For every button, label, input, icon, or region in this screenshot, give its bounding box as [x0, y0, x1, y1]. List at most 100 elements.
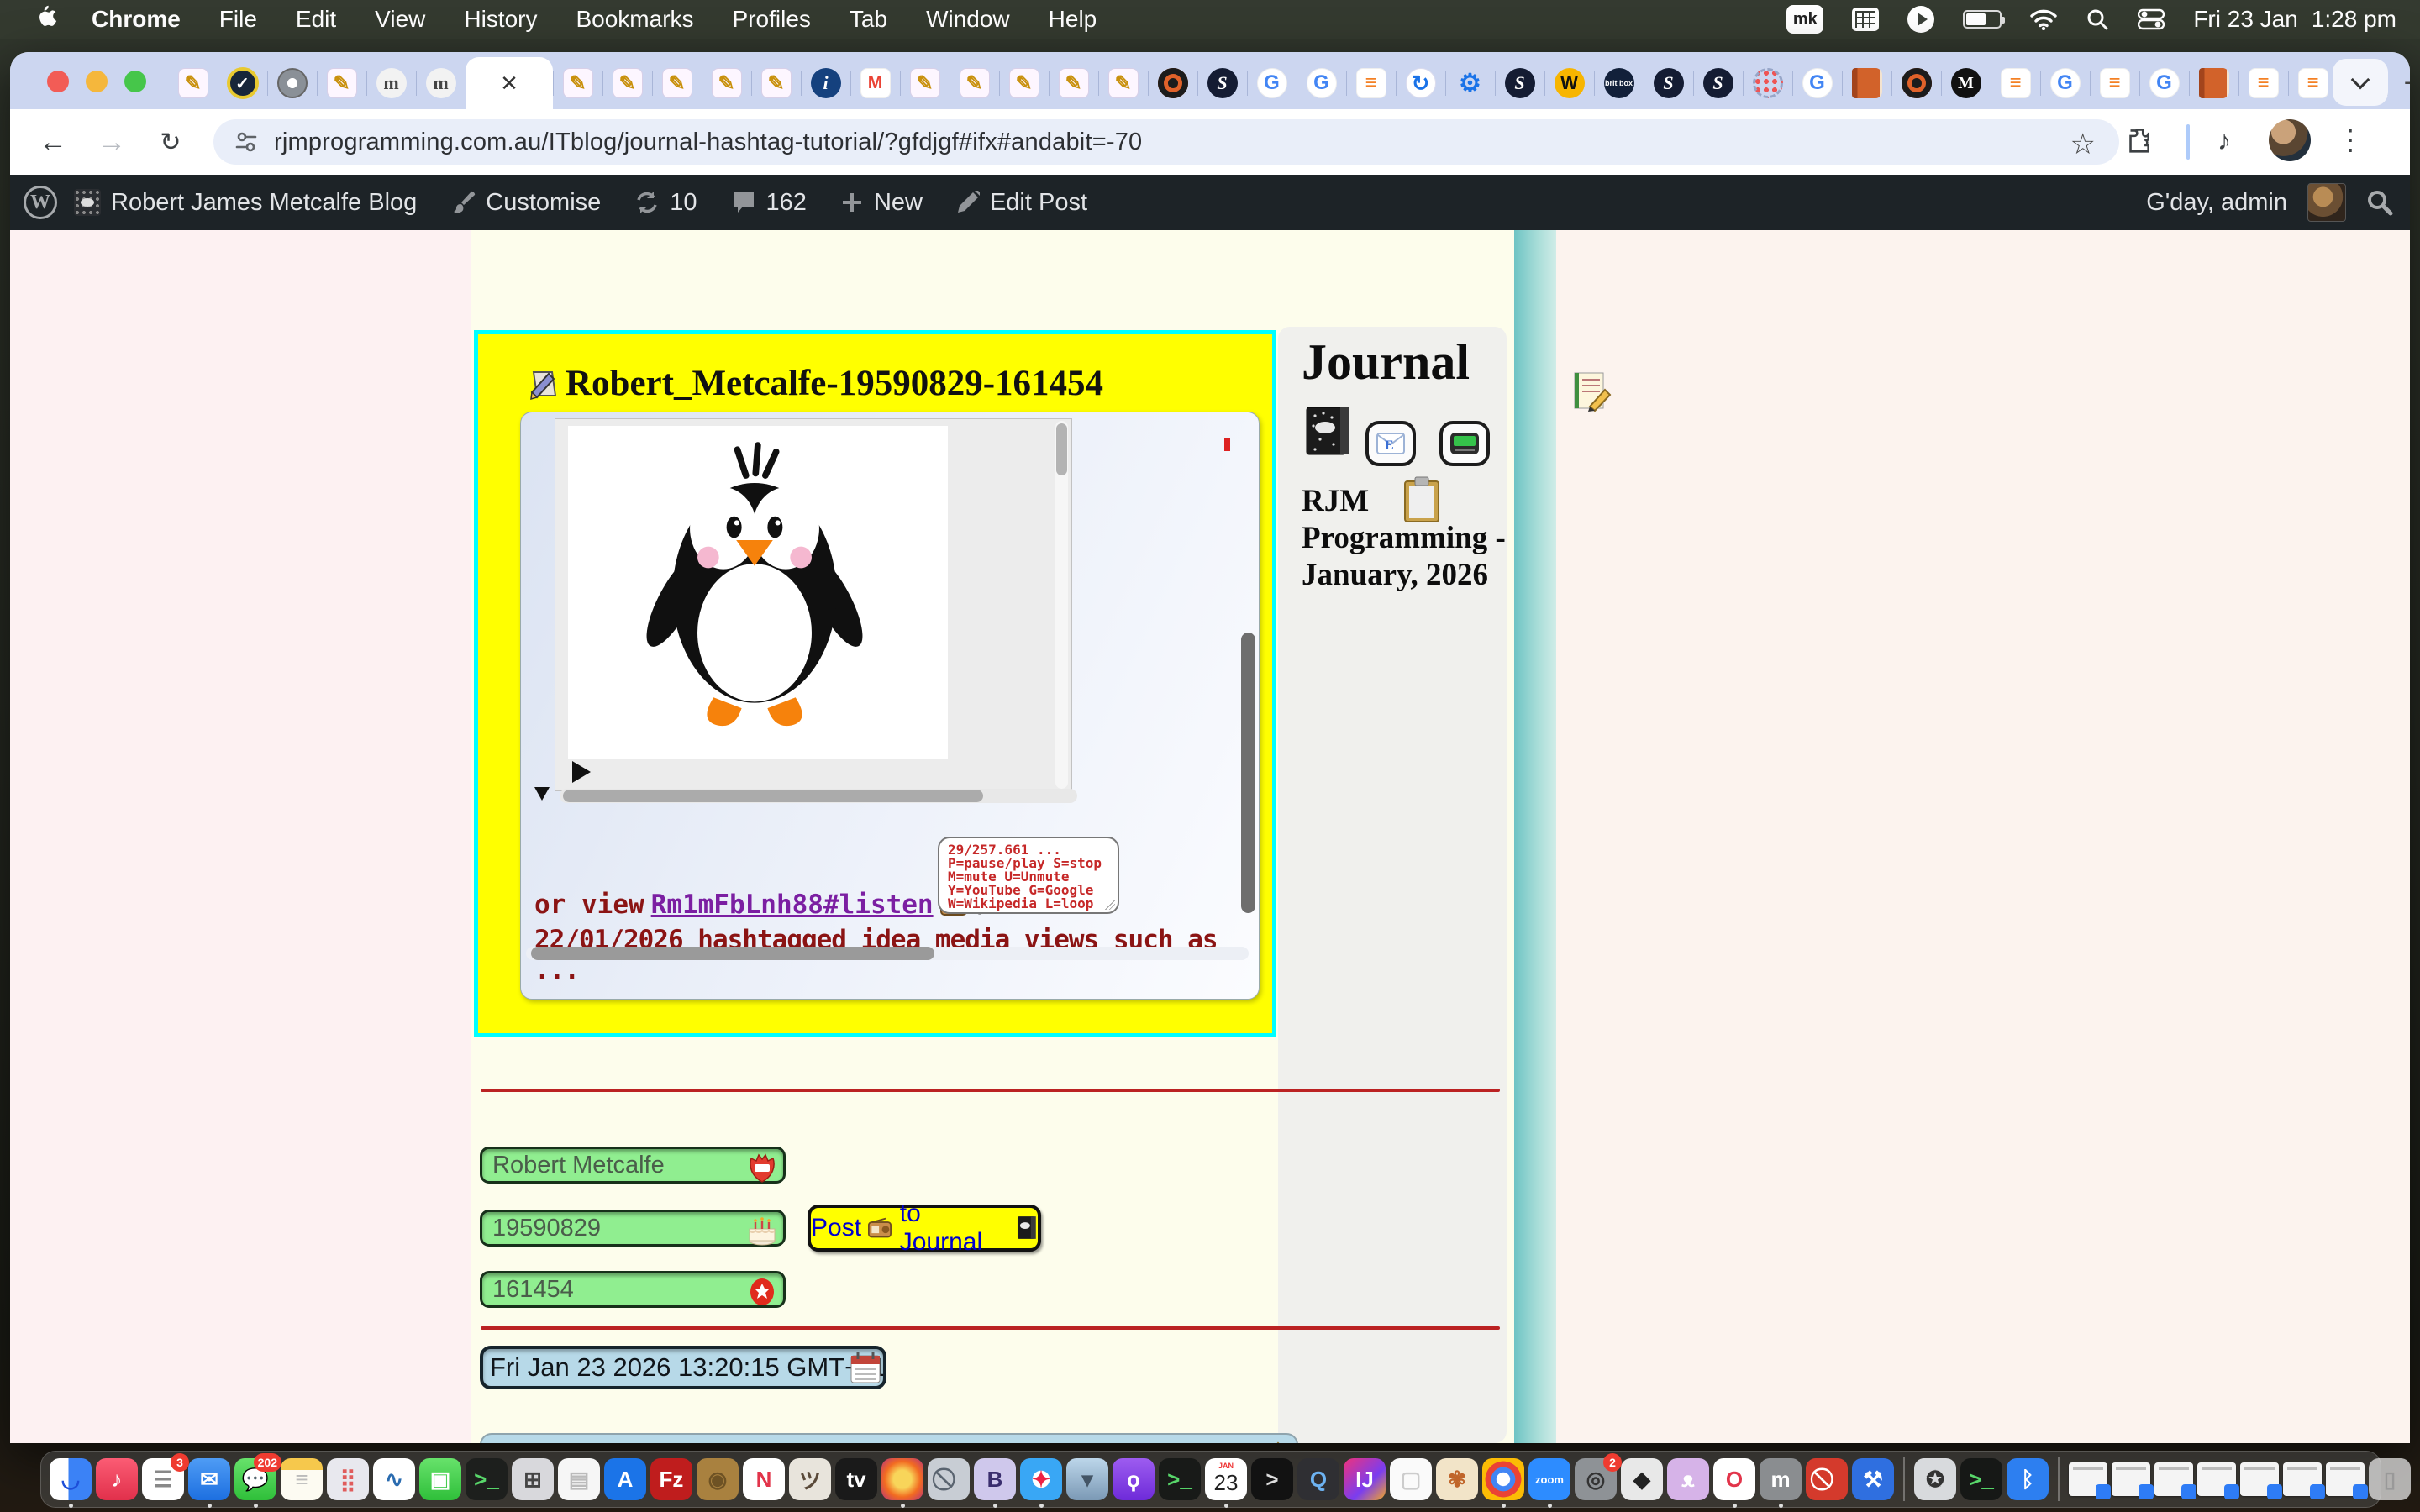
- browser-tab[interactable]: brit box: [1594, 57, 1644, 109]
- browser-tab[interactable]: ≡: [2288, 57, 2338, 109]
- dock-pages-icon[interactable]: ▢: [1390, 1458, 1432, 1500]
- frame-vertical-scrollbar[interactable]: [1055, 421, 1068, 789]
- birthtime-input[interactable]: 161454: [480, 1271, 786, 1308]
- window-minimize-button[interactable]: [86, 71, 108, 92]
- browser-tab[interactable]: +: [2387, 57, 2410, 109]
- dock-appstore-icon[interactable]: A: [604, 1458, 646, 1500]
- browser-tab[interactable]: ⚙: [1445, 57, 1495, 109]
- dock-messages-icon[interactable]: 💬202: [234, 1458, 276, 1500]
- post-to-journal-button[interactable]: Post to Journal: [808, 1205, 1041, 1252]
- back-button[interactable]: ←: [32, 121, 74, 163]
- active-tab[interactable]: ✕: [466, 57, 553, 109]
- wordpress-logo-icon[interactable]: W: [24, 186, 57, 219]
- profile-avatar[interactable]: [2269, 119, 2311, 161]
- dock-opera-icon[interactable]: O: [1713, 1458, 1755, 1500]
- dock-camsettings-icon[interactable]: ◎2: [1575, 1458, 1617, 1500]
- dropdown-arrow-icon[interactable]: [534, 787, 550, 801]
- birthdate-input[interactable]: 19590829: [480, 1210, 786, 1247]
- browser-tab[interactable]: m: [366, 57, 416, 109]
- chrome-menu-icon[interactable]: ⋮: [2329, 119, 2371, 161]
- name-input[interactable]: Robert Metcalfe: [480, 1147, 786, 1184]
- adminbar-account[interactable]: G'day, admin: [2146, 175, 2393, 230]
- control-center-icon[interactable]: [2138, 8, 2165, 30]
- dock-trash-icon[interactable]: ▯: [2369, 1458, 2411, 1500]
- notepad-pencil-icon[interactable]: [1570, 370, 1612, 412]
- minimized-window-preview[interactable]: [2240, 1462, 2279, 1496]
- dock-paint-icon[interactable]: ✾: [1436, 1458, 1478, 1500]
- dock-notes-icon[interactable]: ≡: [281, 1458, 323, 1500]
- battery-icon[interactable]: [1963, 10, 2002, 29]
- browser-tab[interactable]: m: [416, 57, 466, 109]
- browser-tab[interactable]: G: [1247, 57, 1297, 109]
- browser-tab[interactable]: M: [1941, 57, 1991, 109]
- dock-news-icon[interactable]: N: [743, 1458, 785, 1500]
- reload-button[interactable]: ↻: [150, 121, 192, 163]
- dock-music-icon[interactable]: ♪: [96, 1458, 138, 1500]
- dock-grapher-icon[interactable]: ∿: [373, 1458, 415, 1500]
- browser-tab[interactable]: ≡: [2238, 57, 2288, 109]
- apple-menu-icon[interactable]: [32, 5, 57, 34]
- dock-monogram-icon[interactable]: m: [1760, 1458, 1802, 1500]
- menu-item-bookmarks[interactable]: Bookmarks: [556, 6, 713, 33]
- spotlight-search-icon[interactable]: [2086, 8, 2109, 31]
- dock-keeper-icon[interactable]: ◉: [697, 1458, 739, 1500]
- browser-tab[interactable]: i: [801, 57, 850, 109]
- dock-safari-icon[interactable]: ✦: [1020, 1458, 1062, 1500]
- minimized-window-preview[interactable]: [2197, 1462, 2236, 1496]
- browser-tab[interactable]: ✎: [999, 57, 1049, 109]
- listen-link[interactable]: Rm1mFbLnh88#listen: [651, 890, 934, 920]
- wifi-icon[interactable]: [2030, 8, 2057, 30]
- dock-blocked2-icon[interactable]: ⃠: [1806, 1458, 1848, 1500]
- media-keys-textarea[interactable]: 29/257.661 ...P=pause/play S=stopM=mute …: [938, 837, 1119, 914]
- window-close-button[interactable]: [47, 71, 69, 92]
- menu-item-profiles[interactable]: Profiles: [713, 6, 830, 33]
- adminbar-edit-post[interactable]: Edit Post: [939, 175, 1104, 230]
- dock-firefox-icon[interactable]: [881, 1458, 923, 1500]
- browser-tab[interactable]: [2189, 57, 2238, 109]
- menu-item-window[interactable]: Window: [907, 6, 1029, 33]
- browser-tab[interactable]: W: [1544, 57, 1594, 109]
- adminbar-new[interactable]: New: [823, 175, 939, 230]
- dock-textedit-icon[interactable]: ▤: [558, 1458, 600, 1500]
- browser-tab[interactable]: [1148, 57, 1197, 109]
- browser-tab[interactable]: [1842, 57, 1891, 109]
- dock-calendar-icon[interactable]: JAN23: [1205, 1458, 1247, 1500]
- browser-tab[interactable]: ✓: [218, 57, 267, 109]
- browser-tab[interactable]: M: [850, 57, 900, 109]
- browser-tab[interactable]: ✎: [751, 57, 801, 109]
- dock-facetime-icon[interactable]: ▣: [419, 1458, 461, 1500]
- menu-item-help[interactable]: Help: [1029, 6, 1117, 33]
- panel-hscroll-thumb[interactable]: [531, 947, 934, 960]
- sidebar-rjm[interactable]: RJM: [1302, 483, 1369, 519]
- site-settings-icon[interactable]: [232, 128, 260, 156]
- browser-tab[interactable]: S: [1644, 57, 1693, 109]
- url-text[interactable]: rjmprogramming.com.au/ITblog/journal-has…: [274, 129, 1142, 156]
- browser-tab[interactable]: ✎: [1098, 57, 1148, 109]
- menu-item-file[interactable]: File: [200, 6, 276, 33]
- sidebar-programming[interactable]: Programming -: [1302, 520, 1506, 556]
- sidebar-month[interactable]: January, 2026: [1302, 557, 1488, 593]
- menu-item-view[interactable]: View: [355, 6, 445, 33]
- browser-tab[interactable]: ≡: [1991, 57, 2040, 109]
- dock-bluetooth-icon[interactable]: ᛒ: [2007, 1458, 2049, 1500]
- browser-tab[interactable]: ✎: [317, 57, 366, 109]
- adminbar-search-icon[interactable]: [2366, 189, 2393, 216]
- dock-iterm-icon[interactable]: >: [1251, 1458, 1293, 1500]
- browser-tab[interactable]: ✎: [702, 57, 751, 109]
- panel-vscroll-thumb[interactable]: [1241, 633, 1255, 913]
- tab-search-chevron-button[interactable]: [2333, 59, 2388, 106]
- dock-terminal2-icon[interactable]: >_: [1159, 1458, 1201, 1500]
- extensions-icon[interactable]: [2119, 119, 2161, 161]
- dock-appletv-icon[interactable]: tv: [835, 1458, 877, 1500]
- dock-mail-icon[interactable]: ✉: [188, 1458, 230, 1500]
- menu-item-chrome[interactable]: Chrome: [72, 6, 200, 33]
- browser-tab[interactable]: ≡: [1346, 57, 1396, 109]
- dock-photos-icon[interactable]: ▾: [1066, 1458, 1108, 1500]
- minimized-window-preview[interactable]: [2283, 1462, 2322, 1496]
- menu-item-history[interactable]: History: [445, 6, 556, 33]
- browser-tab[interactable]: S: [1693, 57, 1743, 109]
- browser-tab[interactable]: [1891, 57, 1941, 109]
- browser-tab[interactable]: ✎: [950, 57, 999, 109]
- menu-clock[interactable]: Fri 23 Jan 1:28 pm: [2193, 6, 2396, 33]
- dock-gimp-icon[interactable]: ツ: [789, 1458, 831, 1500]
